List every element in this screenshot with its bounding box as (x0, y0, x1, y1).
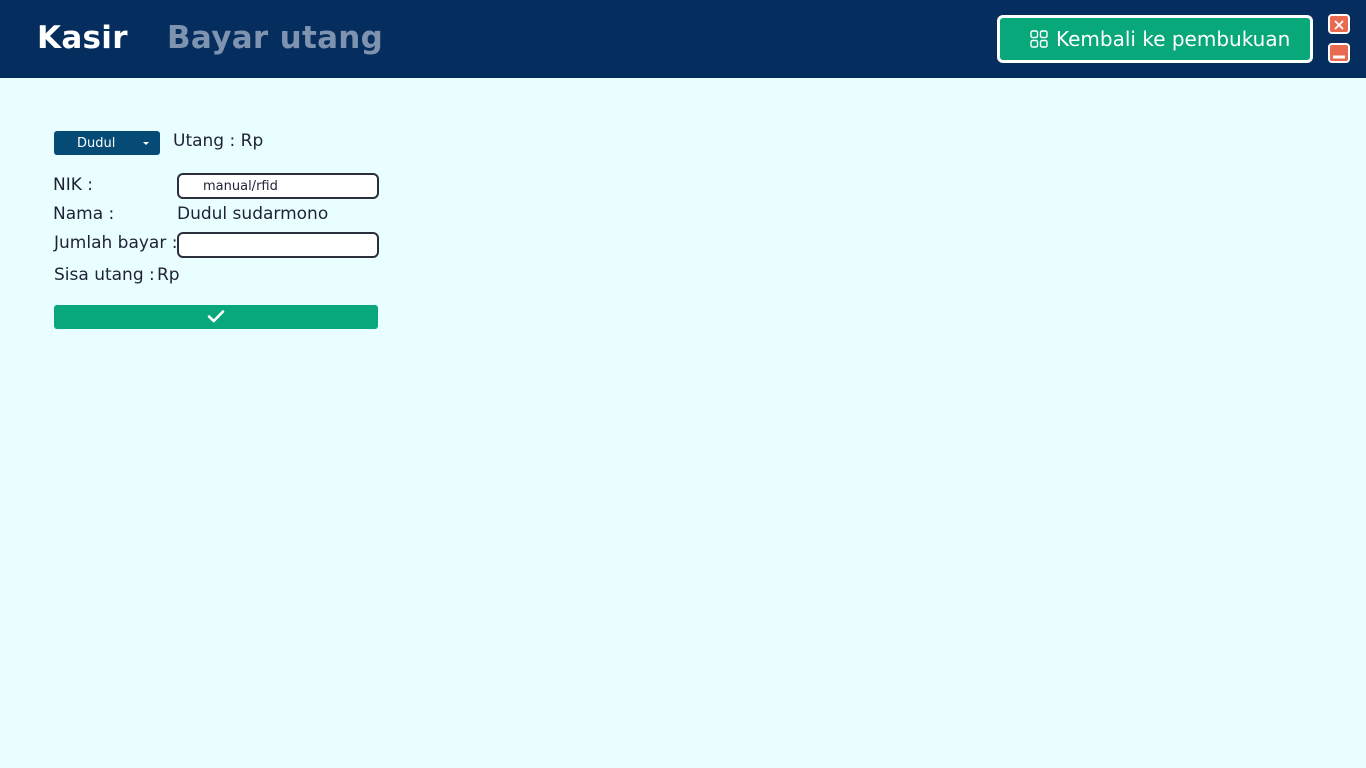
submit-payment-button[interactable] (54, 305, 378, 329)
debt-label: Utang : Rp (173, 131, 264, 151)
remaining-value: Rp (157, 265, 180, 285)
customer-select[interactable]: Dudul (54, 131, 160, 155)
back-to-bookkeeping-button[interactable]: Kembali ke pembukuan (997, 15, 1313, 63)
amount-input[interactable] (177, 232, 379, 258)
close-icon (1334, 15, 1344, 34)
app-title: Kasir (37, 20, 128, 56)
nik-input[interactable] (177, 173, 379, 199)
remaining-label: Sisa utang : (54, 265, 155, 285)
name-value: Dudul sudarmono (177, 204, 329, 224)
page-title: Bayar utang (167, 20, 384, 56)
amount-label: Jumlah bayar : (54, 233, 178, 253)
close-window-button[interactable] (1328, 14, 1350, 34)
check-icon (207, 309, 225, 326)
grid-icon (1030, 30, 1048, 48)
caret-down-icon (143, 142, 149, 145)
minimize-window-button[interactable] (1328, 43, 1350, 63)
customer-select-value: Dudul (77, 135, 116, 151)
minimize-icon (1333, 44, 1345, 63)
nik-label: NIK : (53, 175, 94, 195)
name-label: Nama : (53, 204, 115, 224)
top-bar: Kasir Bayar utang Kembali ke pembukuan (0, 0, 1366, 78)
back-button-label: Kembali ke pembukuan (1056, 27, 1291, 51)
